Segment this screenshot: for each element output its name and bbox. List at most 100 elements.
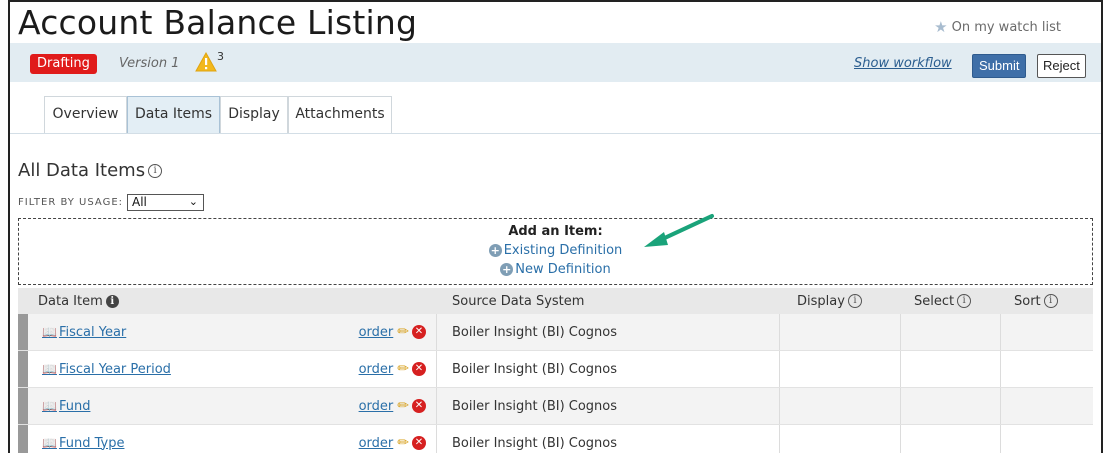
- version-label: Version 1: [119, 56, 180, 71]
- tab-attachments[interactable]: Attachments: [288, 96, 392, 133]
- warning-count: 3: [217, 50, 224, 63]
- usage-filter-select[interactable]: All ⌄: [127, 194, 205, 211]
- data-item-link[interactable]: 📖 Fund: [42, 399, 90, 414]
- reject-button[interactable]: Reject: [1037, 54, 1086, 78]
- display-cell[interactable]: [779, 351, 900, 387]
- sort-cell[interactable]: [1000, 388, 1093, 424]
- column-select-label: Select: [914, 293, 955, 309]
- row-actions: order ✏ ✕: [359, 361, 426, 377]
- status-badge: Drafting: [30, 54, 97, 74]
- data-items-table: Data Item i Source Data System Display i…: [18, 288, 1093, 453]
- submit-button[interactable]: Submit: [972, 54, 1027, 78]
- watch-list-toggle[interactable]: ★ On my watch list: [934, 18, 1061, 36]
- delete-icon[interactable]: ✕: [412, 399, 426, 413]
- pencil-icon[interactable]: ✏: [397, 435, 409, 451]
- tab-data-items[interactable]: Data Items: [127, 96, 220, 133]
- existing-definition-label: Existing Definition: [503, 243, 623, 258]
- info-icon[interactable]: i: [1043, 294, 1058, 308]
- order-link[interactable]: order: [359, 436, 394, 451]
- info-icon[interactable]: i: [847, 294, 862, 308]
- data-item-name: Fiscal Year: [58, 324, 127, 340]
- book-icon: 📖: [42, 399, 57, 413]
- table-header: Data Item i Source Data System Display i…: [18, 288, 1093, 314]
- table-row: 📖 Fund order ✏ ✕ Boiler Insight (BI) Cog…: [18, 388, 1093, 425]
- row-drag-handle[interactable]: [18, 388, 28, 424]
- delete-icon[interactable]: ✕: [412, 362, 426, 376]
- existing-definition-link[interactable]: + Existing Definition: [488, 243, 623, 258]
- status-bar: Drafting Version 1 3 Show workflow Submi…: [10, 43, 1101, 82]
- tab-display[interactable]: Display: [220, 96, 288, 133]
- section-title: All Data Items i: [18, 160, 163, 181]
- pencil-icon[interactable]: ✏: [397, 361, 409, 377]
- column-sort: Sort i: [1000, 294, 1093, 309]
- order-link[interactable]: order: [359, 399, 394, 414]
- row-drag-handle[interactable]: [18, 351, 28, 387]
- select-cell[interactable]: [900, 425, 1000, 453]
- info-icon[interactable]: i: [148, 163, 163, 178]
- source-cell: Boiler Insight (BI) Cognos: [436, 388, 779, 424]
- column-display: Display i: [779, 294, 900, 309]
- source-cell: Boiler Insight (BI) Cognos: [436, 425, 779, 453]
- warning-indicator[interactable]: 3: [195, 50, 224, 72]
- data-item-name: Fiscal Year Period: [58, 361, 171, 377]
- plus-circle-icon: +: [488, 244, 502, 257]
- column-source-label: Source Data System: [452, 293, 585, 309]
- display-cell[interactable]: [779, 425, 900, 453]
- book-icon: 📖: [42, 362, 57, 376]
- pencil-icon[interactable]: ✏: [397, 324, 409, 340]
- page-title: Account Balance Listing: [18, 3, 418, 42]
- tab-divider: [10, 133, 1101, 134]
- data-item-link[interactable]: 📖 Fund Type: [42, 436, 124, 451]
- new-definition-label: New Definition: [515, 262, 611, 277]
- row-actions: order ✏ ✕: [359, 435, 426, 451]
- data-item-cell: 📖 Fund order ✏ ✕: [18, 388, 436, 424]
- chevron-down-icon: ⌄: [188, 195, 199, 208]
- order-link[interactable]: order: [359, 325, 394, 340]
- tab-overview[interactable]: Overview: [44, 96, 127, 133]
- column-source: Source Data System: [436, 294, 779, 309]
- display-cell[interactable]: [779, 314, 900, 350]
- pencil-icon[interactable]: ✏: [397, 398, 409, 414]
- delete-icon[interactable]: ✕: [412, 325, 426, 339]
- warning-icon: [195, 52, 217, 72]
- select-cell[interactable]: [900, 388, 1000, 424]
- column-data-item: Data Item i: [18, 294, 436, 309]
- data-item-cell: 📖 Fiscal Year Period order ✏ ✕: [18, 351, 436, 387]
- source-cell: Boiler Insight (BI) Cognos: [436, 351, 779, 387]
- book-icon: 📖: [42, 436, 57, 450]
- display-cell[interactable]: [779, 388, 900, 424]
- show-workflow-link[interactable]: Show workflow: [854, 56, 952, 71]
- column-sort-label: Sort: [1014, 293, 1041, 309]
- data-item-cell: 📖 Fund Type order ✏ ✕: [18, 425, 436, 453]
- data-item-name: Fund Type: [58, 435, 125, 451]
- table-row: 📖 Fund Type order ✏ ✕ Boiler Insight (BI…: [18, 425, 1093, 453]
- data-item-name: Fund: [58, 398, 91, 414]
- select-cell[interactable]: [900, 351, 1000, 387]
- sort-cell[interactable]: [1000, 351, 1093, 387]
- sort-cell[interactable]: [1000, 425, 1093, 453]
- row-drag-handle[interactable]: [18, 314, 28, 350]
- delete-icon[interactable]: ✕: [412, 436, 426, 450]
- info-icon[interactable]: i: [105, 294, 119, 308]
- data-item-link[interactable]: 📖 Fiscal Year: [42, 325, 126, 340]
- add-item-panel: Add an Item: + Existing Definition + New…: [18, 218, 1093, 285]
- data-item-link[interactable]: 📖 Fiscal Year Period: [42, 362, 171, 377]
- sort-cell[interactable]: [1000, 314, 1093, 350]
- source-cell: Boiler Insight (BI) Cognos: [436, 314, 779, 350]
- order-link[interactable]: order: [359, 362, 394, 377]
- filter-selected-value: All: [132, 195, 147, 209]
- book-icon: 📖: [42, 325, 57, 339]
- row-actions: order ✏ ✕: [359, 324, 426, 340]
- section-title-text: All Data Items: [18, 160, 146, 181]
- select-cell[interactable]: [900, 314, 1000, 350]
- arrow-annotation-icon: [644, 214, 714, 247]
- filter-row: FILTER BY USAGE: All ⌄: [18, 194, 205, 211]
- data-item-cell: 📖 Fiscal Year order ✏ ✕: [18, 314, 436, 350]
- filter-label: FILTER BY USAGE:: [18, 197, 124, 208]
- info-icon[interactable]: i: [957, 294, 972, 308]
- row-drag-handle[interactable]: [18, 425, 28, 453]
- add-item-title: Add an Item:: [508, 224, 603, 239]
- watch-list-label: On my watch list: [951, 19, 1061, 35]
- new-definition-link[interactable]: + New Definition: [500, 262, 611, 277]
- plus-circle-icon: +: [500, 263, 514, 276]
